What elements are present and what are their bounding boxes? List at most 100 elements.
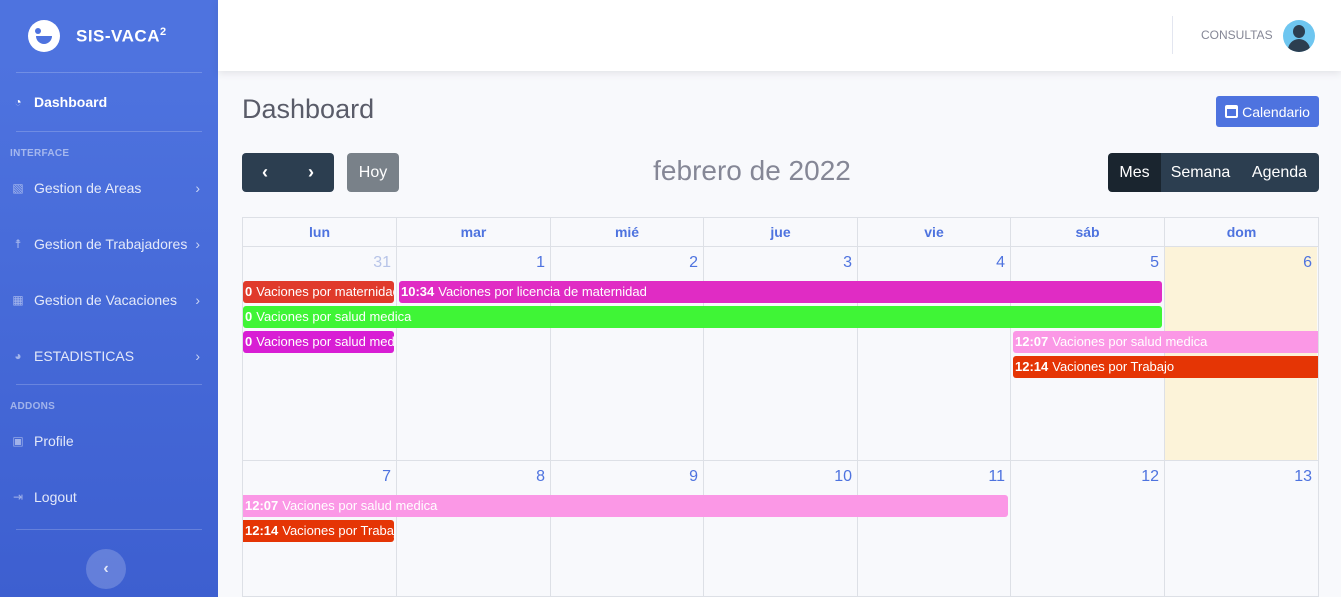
weekday-header: jue (704, 218, 858, 246)
day-cell[interactable]: 13 (1165, 461, 1317, 596)
event-title: Vaciones por salud medica (256, 309, 412, 324)
sidebar-item-areas[interactable]: ▧ Gestion de Areas › (0, 160, 218, 216)
day-cell[interactable]: 11 (858, 461, 1011, 596)
chevron-right-icon: › (195, 348, 200, 364)
sidebar-item-label: ESTADISTICAS (34, 348, 135, 364)
event-time: 12:07 (1015, 334, 1049, 349)
calendar-week-row: 31 1 2 3 4 5 6 (242, 247, 1319, 461)
day-cell[interactable]: 4 (858, 247, 1011, 460)
sign-out-icon: ⇥ (12, 490, 24, 504)
calendar-event[interactable]: 0Vaciones por salud medica (243, 331, 394, 353)
event-title: Vaciones por salud medica (256, 334, 394, 349)
day-cell[interactable]: 12 (1011, 461, 1165, 596)
sidebar-item-trabajadores[interactable]: ☨ Gestion de Trabajadores › (0, 216, 218, 272)
topbar-divider (1172, 16, 1173, 54)
calendar-header-row: lun mar mié jue vie sáb dom (242, 217, 1319, 247)
day-cell[interactable]: 1 (397, 247, 551, 460)
day-cell-today[interactable]: 6 (1165, 247, 1317, 460)
view-month-button[interactable]: Mes (1108, 153, 1161, 192)
calendar-week-row: 7 8 9 10 11 12 13 (242, 461, 1319, 597)
calendar-grid: lun mar mié jue vie sáb dom 31 1 2 3 4 5… (242, 217, 1319, 597)
next-button[interactable]: › (288, 153, 334, 192)
event-title: Vaciones por maternidad (256, 284, 394, 299)
event-title: Vaciones por salud medica (282, 498, 438, 513)
event-time: 12:14 (1015, 359, 1049, 374)
sidebar-heading-interface: INTERFACE (10, 148, 70, 159)
sidebar-item-label: Dashboard (34, 94, 108, 110)
day-cell[interactable]: 31 (243, 247, 397, 460)
user-name[interactable]: CONSULTAS (1201, 28, 1273, 42)
today-button[interactable]: Hoy (347, 153, 399, 192)
event-title: Vaciones por licencia de maternidad (438, 284, 647, 299)
sidebar-item-label: Profile (34, 433, 74, 449)
chevron-right-icon: › (195, 180, 200, 196)
sidebar-toggle-button[interactable]: ‹ (86, 549, 126, 589)
event-time: 10:34 (401, 284, 435, 299)
view-switcher: Mes Semana Agenda (1108, 153, 1319, 192)
calendar-icon (1225, 105, 1239, 118)
sidebar-item-vacaciones[interactable]: ▦ Gestion de Vacaciones › (0, 272, 218, 328)
avatar[interactable] (1283, 20, 1315, 52)
day-number[interactable]: 10 (834, 468, 852, 486)
sidebar-item-label: Gestion de Areas (34, 180, 142, 196)
chevron-right-icon: › (308, 162, 314, 182)
day-number[interactable]: 7 (382, 468, 391, 486)
calendar-icon: ▦ (12, 293, 24, 307)
weekday-header: sáb (1011, 218, 1165, 246)
day-cell[interactable]: 2 (551, 247, 704, 460)
day-number[interactable]: 8 (536, 468, 545, 486)
weekday-header: vie (858, 218, 1011, 246)
day-number[interactable]: 6 (1303, 254, 1312, 272)
day-cell[interactable]: 10 (704, 461, 858, 596)
tachometer-icon: ◔ (14, 95, 22, 109)
day-number[interactable]: 13 (1294, 468, 1312, 486)
chevron-left-icon: ‹ (262, 162, 268, 182)
user-icon: ☨ (14, 237, 22, 251)
day-number[interactable]: 3 (843, 254, 852, 272)
sidebar-item-estadisticas[interactable]: ◕ ESTADISTICAS › (0, 328, 218, 384)
sidebar-divider (16, 529, 202, 530)
calendar-event[interactable]: 12:14 Vaciones por Trabajo (1013, 356, 1318, 378)
weekday-header: lun (243, 218, 397, 246)
chevron-right-icon: › (195, 292, 200, 308)
event-title: Vaciones por Trabajo (282, 523, 394, 538)
sidebar-item-profile[interactable]: ▣ Profile (0, 413, 218, 469)
day-cell[interactable]: 8 (397, 461, 551, 596)
calendar-event[interactable]: 12:07 Vaciones por salud medica (1013, 331, 1318, 353)
day-number[interactable]: 4 (996, 254, 1005, 272)
day-number[interactable]: 11 (988, 468, 1005, 486)
calendar-button-label: Calendario (1242, 103, 1310, 120)
map-icon: ▧ (12, 181, 24, 195)
calendar-event[interactable]: 0 Vaciones por maternidad (243, 281, 394, 303)
event-time: 12:07 (245, 498, 279, 513)
brand-name: SIS-VACA2 (76, 25, 167, 46)
weekday-header: dom (1226, 224, 1257, 240)
view-agenda-button[interactable]: Agenda (1240, 153, 1319, 192)
day-number[interactable]: 1 (536, 254, 545, 272)
calendar-title: febrero de 2022 (653, 155, 851, 186)
day-number[interactable]: 9 (689, 468, 698, 486)
calendar-event[interactable]: 12:14 Vaciones por Trabajo (243, 520, 394, 542)
prev-button[interactable]: ‹ (242, 153, 288, 192)
prev-next-group: ‹ › (242, 153, 334, 192)
sidebar-brand[interactable]: SIS-VACA2 (0, 0, 218, 72)
calendar-event[interactable]: 12:07 Vaciones por salud medica (243, 495, 1008, 517)
calendar-event[interactable]: 0Vaciones por salud medica (243, 306, 1162, 328)
day-cell[interactable]: 3 (704, 247, 858, 460)
day-cell[interactable]: 5 (1011, 247, 1165, 460)
page-title: Dashboard (242, 94, 375, 124)
sidebar-heading-addons: ADDONS (10, 401, 56, 412)
chevron-right-icon: › (195, 236, 200, 252)
sidebar-item-logout[interactable]: ⇥ Logout (0, 469, 218, 525)
calendar-button[interactable]: Calendario (1216, 96, 1319, 127)
day-number[interactable]: 31 (373, 254, 391, 272)
calendar-event[interactable]: 10:34 Vaciones por licencia de maternidad (399, 281, 1162, 303)
day-cell[interactable]: 9 (551, 461, 704, 596)
event-title: Vaciones por Trabajo (1052, 359, 1175, 374)
view-week-button[interactable]: Semana (1161, 153, 1240, 192)
id-card-icon: ▣ (12, 434, 24, 448)
sidebar-item-dashboard[interactable]: ◔ Dashboard (0, 73, 218, 131)
day-number[interactable]: 2 (689, 254, 698, 272)
day-number[interactable]: 5 (1150, 254, 1159, 272)
day-number[interactable]: 12 (1141, 468, 1159, 486)
